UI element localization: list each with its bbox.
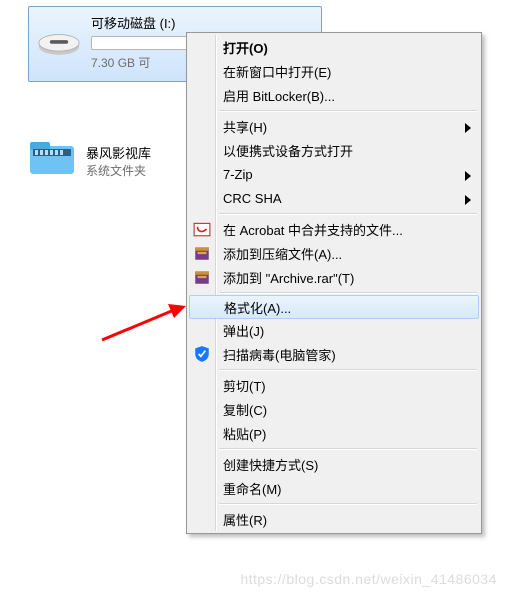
submenu-arrow-icon — [465, 169, 473, 184]
drive-label: 可移动磁盘 (I:) — [91, 13, 313, 32]
antivirus-icon — [193, 345, 211, 363]
context-menu: 打开(O) 在新窗口中打开(E) 启用 BitLocker(B)... 共享(H… — [186, 32, 482, 534]
folder-icon — [28, 138, 76, 183]
menu-7zip[interactable]: 7-Zip — [189, 162, 479, 186]
drive-icon — [37, 11, 81, 71]
menu-scan-virus[interactable]: 扫描病毒(电脑管家) — [189, 342, 479, 366]
menu-share[interactable]: 共享(H) — [189, 114, 479, 138]
acrobat-icon — [193, 220, 211, 238]
menu-cut[interactable]: 剪切(T) — [189, 373, 479, 397]
menu-separator — [219, 503, 477, 504]
menu-separator — [219, 448, 477, 449]
winrar-icon — [193, 244, 211, 262]
menu-copy[interactable]: 复制(C) — [189, 397, 479, 421]
menu-portable-device[interactable]: 以便携式设备方式打开 — [189, 138, 479, 162]
menu-open[interactable]: 打开(O) — [189, 35, 479, 59]
menu-separator — [219, 369, 477, 370]
watermark: https://blog.csdn.net/weixin_41486034 — [240, 571, 497, 587]
winrar-icon — [193, 268, 211, 286]
menu-format[interactable]: 格式化(A)... — [189, 295, 479, 319]
annotation-arrow — [100, 302, 186, 342]
menu-bitlocker[interactable]: 启用 BitLocker(B)... — [189, 83, 479, 107]
menu-crc-sha[interactable]: CRC SHA — [189, 186, 479, 210]
menu-open-new-window[interactable]: 在新窗口中打开(E) — [189, 59, 479, 83]
menu-separator — [219, 213, 477, 214]
menu-separator — [219, 292, 477, 293]
menu-acrobat-combine[interactable]: 在 Acrobat 中合并支持的文件... — [189, 217, 479, 241]
menu-properties[interactable]: 属性(R) — [189, 507, 479, 531]
menu-rename[interactable]: 重命名(M) — [189, 476, 479, 500]
folder-info: 暴风影视库 系统文件夹 — [86, 143, 151, 179]
submenu-arrow-icon — [465, 193, 473, 208]
menu-create-shortcut[interactable]: 创建快捷方式(S) — [189, 452, 479, 476]
menu-eject[interactable]: 弹出(J) — [189, 318, 479, 342]
folder-label: 暴风影视库 — [86, 143, 151, 162]
menu-add-to-archive[interactable]: 添加到压缩文件(A)... — [189, 241, 479, 265]
folder-subtext: 系统文件夹 — [86, 162, 151, 179]
menu-paste[interactable]: 粘贴(P) — [189, 421, 479, 445]
folder-item[interactable]: 暴风影视库 系统文件夹 — [28, 138, 151, 183]
menu-separator — [219, 110, 477, 111]
submenu-arrow-icon — [465, 121, 473, 136]
menu-add-to-named-archive[interactable]: 添加到 "Archive.rar"(T) — [189, 265, 479, 289]
